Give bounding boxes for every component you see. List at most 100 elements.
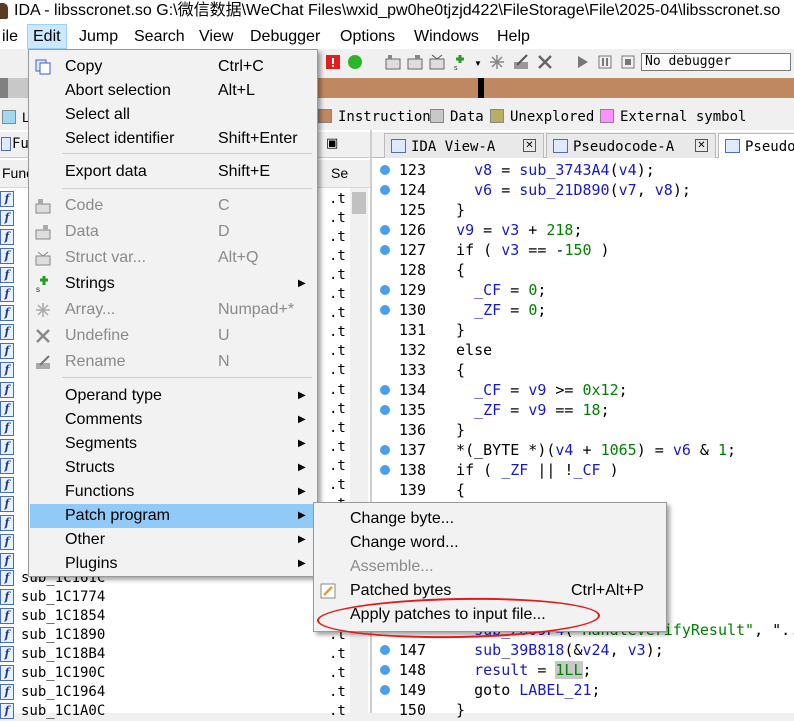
menu-search[interactable]: Search (129, 24, 190, 49)
code-line[interactable]: result = 1LL; (438, 660, 592, 680)
menu-view[interactable]: View (194, 24, 238, 49)
menu-item-comments[interactable]: Comments ▶ (30, 408, 316, 432)
menu-item-change-byte[interactable]: Change byte... (315, 507, 665, 531)
function-row[interactable]: f sub_1C1A0C .t (0, 702, 346, 721)
breakpoint-dot-icon[interactable] (380, 665, 390, 675)
code-line[interactable]: { (438, 360, 465, 380)
menu-item-structs[interactable]: Structs ▶ (30, 456, 316, 480)
menu-item-operand-type[interactable]: Operand type ▶ (30, 384, 316, 408)
function-row[interactable]: f sub_1C1890 .t (0, 626, 346, 645)
breakpoint-dot-icon[interactable] (380, 445, 390, 455)
warning-stop-icon[interactable] (324, 53, 342, 71)
close-icon[interactable]: ✕ (523, 139, 536, 152)
code-line[interactable]: } (438, 200, 465, 220)
breakpoint-dot-icon[interactable] (380, 245, 390, 255)
menu-item-undefine[interactable]: Undefine U (30, 324, 316, 348)
tab-ida-view-a[interactable]: IDA View-A ✕ (384, 133, 544, 158)
struct-data-icon[interactable] (406, 53, 424, 71)
breakpoint-dot-icon[interactable] (380, 185, 390, 195)
code-line[interactable]: _ZF = 0; (438, 300, 546, 320)
code-line[interactable]: if ( _ZF || !_CF ) (438, 460, 619, 480)
breakpoint-dot-icon[interactable] (380, 385, 390, 395)
tab-pseudocode-b[interactable]: Pseudoc (718, 133, 794, 158)
function-row[interactable]: f sub_1C18B4 .t (0, 645, 346, 664)
menu-item-functions[interactable]: Functions ▶ (30, 480, 316, 504)
float-window-icon[interactable]: ▣ (326, 135, 338, 151)
menu-item-array[interactable]: Array... Numpad+* (30, 298, 316, 322)
menu-item-data[interactable]: Data D (30, 220, 316, 244)
functions-tab-label[interactable]: Fu (12, 136, 29, 152)
code-line[interactable]: sub_39B818(&v24, v3); (438, 640, 664, 660)
breakpoint-dot-icon[interactable] (380, 165, 390, 175)
breakpoint-dot-icon[interactable] (380, 285, 390, 295)
scrollbar-thumb[interactable] (352, 192, 366, 214)
pause-icon[interactable] (596, 53, 614, 71)
close-icon[interactable]: ✕ (695, 139, 708, 152)
code-line[interactable]: v8 = sub_3743A4(v4); (438, 160, 655, 180)
code-line[interactable]: { (438, 480, 465, 500)
menu-item-apply-patches-to-input-file[interactable]: Apply patches to input file... (315, 603, 665, 627)
code-line[interactable]: { (438, 260, 465, 280)
code-line[interactable]: v6 = sub_21D890(v7, v8); (438, 180, 691, 200)
play-icon[interactable] (573, 53, 591, 71)
struct-code-icon[interactable] (384, 53, 402, 71)
code-line[interactable]: } (438, 700, 465, 720)
menu-debugger[interactable]: Debugger (245, 24, 325, 49)
code-line[interactable]: _CF = 0; (438, 280, 546, 300)
menu-item-select-identifier[interactable]: Select identifier Shift+Enter (30, 127, 316, 151)
breakpoint-dot-icon[interactable] (380, 225, 390, 235)
array-icon[interactable] (488, 53, 506, 71)
stop-icon[interactable] (619, 53, 637, 71)
functions-scrollbar[interactable] (350, 188, 368, 713)
menu-item-copy[interactable]: Copy Ctrl+C (30, 55, 316, 79)
function-row[interactable]: f sub_1C1964 .t (0, 683, 346, 702)
menu-item-assemble[interactable]: Assemble... (315, 555, 665, 579)
menu-options[interactable]: Options (335, 24, 400, 49)
debugger-select[interactable]: No debugger (641, 53, 791, 71)
code-line[interactable]: goto LABEL_21; (438, 680, 600, 700)
menu-item-code[interactable]: Code C (30, 194, 316, 218)
menu-item-patched-bytes[interactable]: Patched bytes Ctrl+Alt+P (315, 579, 665, 603)
rename-icon[interactable] (512, 53, 530, 71)
menu-windows[interactable]: Windows (409, 24, 484, 49)
code-line[interactable]: else (438, 340, 492, 360)
undefine-icon[interactable] (536, 53, 554, 71)
code-line[interactable]: } (438, 320, 465, 340)
menu-item-select-all[interactable]: Select all (30, 103, 316, 127)
breakpoint-dot-icon[interactable] (380, 465, 390, 475)
menu-item-abort-selection[interactable]: Abort selection Alt+L (30, 79, 316, 103)
code-line[interactable]: _ZF = v9 == 18; (438, 400, 609, 420)
breakpoint-dot-icon[interactable] (380, 645, 390, 655)
code-line[interactable]: _CF = v9 >= 0x12; (438, 380, 628, 400)
menu-help[interactable]: Help (492, 24, 535, 49)
function-row[interactable]: fsub_1C1774.t (0, 588, 346, 607)
breakpoint-dot-icon[interactable] (380, 305, 390, 315)
menu-edit[interactable]: Edit (27, 24, 67, 49)
code-line[interactable]: v9 = v3 + 218; (438, 220, 582, 240)
menu-jump[interactable]: Jump (74, 24, 123, 49)
chevron-down-icon[interactable]: ▼ (474, 59, 482, 68)
menu-item-export-data[interactable]: Export data Shift+E (30, 160, 316, 184)
menu-item-change-word[interactable]: Change word... (315, 531, 665, 555)
function-row[interactable]: f sub_1C190C .t (0, 664, 346, 683)
breakpoint-dot-icon[interactable] (380, 405, 390, 415)
strings-icon[interactable]: s (451, 53, 469, 71)
menu-item-strings[interactable]: s Strings ▶ (30, 272, 316, 296)
column-segment[interactable]: Se (331, 165, 348, 181)
code-line[interactable]: } (438, 420, 465, 440)
menu-item-rename[interactable]: Rename N (30, 350, 316, 374)
menu-item-struct-var[interactable]: Struct var... Alt+Q (30, 246, 316, 270)
menu-item-plugins[interactable]: Plugins ▶ (30, 552, 316, 576)
breakpoint-dot-icon[interactable] (380, 685, 390, 695)
menu-file[interactable]: ile (0, 24, 23, 49)
code-line[interactable]: if ( v3 == -150 ) (438, 240, 610, 260)
code-line[interactable]: *(_BYTE *)(v4 + 1065) = v6 & 1; (438, 440, 736, 460)
tab-pseudocode-a[interactable]: Pseudocode-A ✕ (546, 133, 716, 158)
struct-var-icon[interactable] (428, 53, 446, 71)
menu-item-segments[interactable]: Segments ▶ (30, 432, 316, 456)
green-circle-icon[interactable] (346, 53, 364, 71)
menu-item-other[interactable]: Other ▶ (30, 528, 316, 552)
function-row[interactable]: fsub_1C1854.t (0, 607, 346, 626)
menu-item-patch-program[interactable]: Patch program ▶ (30, 504, 316, 528)
function-icon: f (0, 419, 14, 436)
